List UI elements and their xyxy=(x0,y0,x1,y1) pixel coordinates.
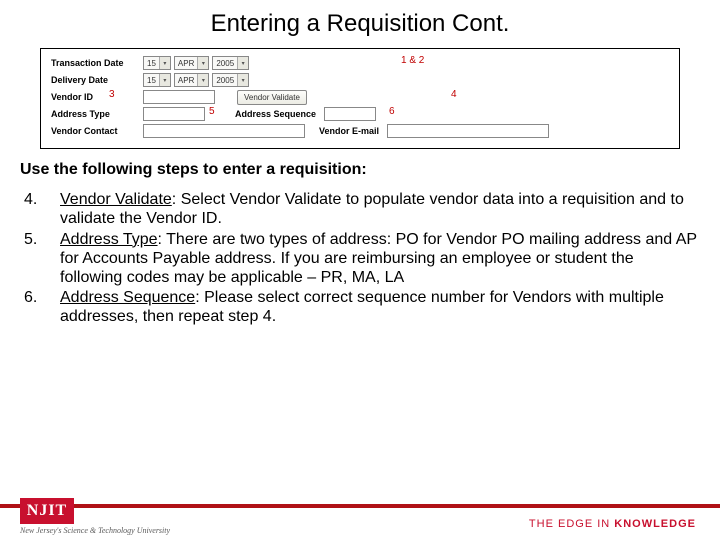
chevron-down-icon: ▾ xyxy=(197,57,208,69)
row-vendor-id: Vendor ID Vendor Validate xyxy=(51,89,669,105)
tagline: THE EDGE IN KNOWLEDGE xyxy=(529,518,696,530)
transaction-month-select[interactable]: APR ▾ xyxy=(174,56,209,70)
chevron-down-icon: ▾ xyxy=(159,57,170,69)
row-transaction-date: Transaction Date 15 ▾ APR ▾ 2005 ▾ xyxy=(51,55,669,71)
vendor-email-input[interactable] xyxy=(387,124,549,138)
annotation-3: 3 xyxy=(109,89,115,100)
instruction-step: 6.Address Sequence: Please select correc… xyxy=(20,289,700,327)
address-sequence-input[interactable] xyxy=(324,107,376,121)
instructions: Use the following steps to enter a requi… xyxy=(20,161,700,327)
vendor-contact-input[interactable] xyxy=(143,124,305,138)
footer: NJIT New Jersey's Science & Technology U… xyxy=(0,504,720,550)
step-body: Address Sequence: Please select correct … xyxy=(60,289,700,327)
chevron-down-icon: ▾ xyxy=(159,74,170,86)
row-vendor-contact: Vendor Contact Vendor E-mail xyxy=(51,123,669,139)
njit-logo: NJIT xyxy=(20,498,74,524)
label-delivery-date: Delivery Date xyxy=(51,75,143,85)
delivery-day-select[interactable]: 15 ▾ xyxy=(143,73,171,87)
slide-title: Entering a Requisition Cont. xyxy=(0,10,720,38)
chevron-down-icon: ▾ xyxy=(197,74,208,86)
chevron-down-icon: ▾ xyxy=(237,74,248,86)
annotation-5: 5 xyxy=(209,106,215,117)
annotation-4: 4 xyxy=(451,89,457,100)
step-number: 5. xyxy=(20,231,60,288)
requisition-form: Transaction Date 15 ▾ APR ▾ 2005 ▾ Deliv… xyxy=(40,48,680,149)
logo: NJIT New Jersey's Science & Technology U… xyxy=(20,498,170,535)
label-vendor-id: Vendor ID xyxy=(51,92,143,102)
step-number: 4. xyxy=(20,191,60,229)
annotation-6: 6 xyxy=(389,106,395,117)
step-body: Address Type: There are two types of add… xyxy=(60,231,700,288)
transaction-day-select[interactable]: 15 ▾ xyxy=(143,56,171,70)
label-vendor-email: Vendor E-mail xyxy=(319,126,379,136)
step-body: Vendor Validate: Select Vendor Validate … xyxy=(60,191,700,229)
delivery-month-select[interactable]: APR ▾ xyxy=(174,73,209,87)
annotation-1-2: 1 & 2 xyxy=(401,55,424,66)
row-address-type: Address Type Address Sequence xyxy=(51,106,669,122)
label-address-sequence: Address Sequence xyxy=(235,109,316,119)
instruction-step: 4.Vendor Validate: Select Vendor Validat… xyxy=(20,191,700,229)
step-number: 6. xyxy=(20,289,60,327)
row-delivery-date: Delivery Date 15 ▾ APR ▾ 2005 ▾ xyxy=(51,72,669,88)
chevron-down-icon: ▾ xyxy=(237,57,248,69)
delivery-year-select[interactable]: 2005 ▾ xyxy=(212,73,249,87)
njit-logo-subtitle: New Jersey's Science & Technology Univer… xyxy=(20,526,170,535)
address-type-input[interactable] xyxy=(143,107,205,121)
instructions-heading: Use the following steps to enter a requi… xyxy=(20,161,700,179)
label-address-type: Address Type xyxy=(51,109,143,119)
vendor-validate-button[interactable]: Vendor Validate xyxy=(237,90,307,105)
label-transaction-date: Transaction Date xyxy=(51,58,143,68)
transaction-year-select[interactable]: 2005 ▾ xyxy=(212,56,249,70)
instruction-step: 5.Address Type: There are two types of a… xyxy=(20,231,700,288)
label-vendor-contact: Vendor Contact xyxy=(51,126,143,136)
vendor-id-input[interactable] xyxy=(143,90,215,104)
